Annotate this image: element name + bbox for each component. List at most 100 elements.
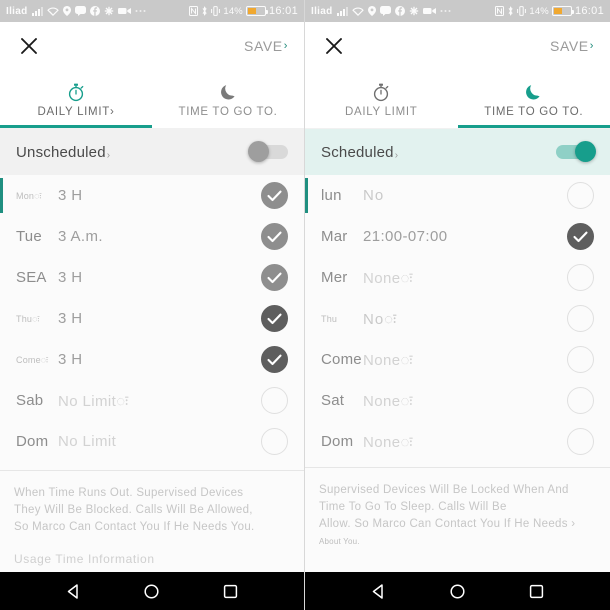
save-button-label: SAVE — [550, 38, 589, 54]
stopwatch-icon — [372, 82, 390, 102]
row-day-label: Monः — [16, 191, 42, 201]
table-row[interactable]: Mer Noneः — [305, 257, 610, 298]
tab-time-to-go-to-bed[interactable]: TIME TO GO TO. — [457, 70, 610, 128]
clock-label: 16:01 — [268, 5, 298, 17]
row-checkbox[interactable] — [567, 182, 594, 209]
table-row[interactable]: Thu Noः — [305, 298, 610, 339]
table-row[interactable]: Tue 3 A.m. — [0, 216, 304, 257]
android-nav-bar-right — [305, 572, 610, 610]
table-row[interactable]: Comeः 3 H — [0, 339, 304, 380]
row-value-label: Noः — [363, 310, 398, 328]
master-toggle-label: Unscheduled — [16, 143, 106, 161]
row-checkbox[interactable] — [567, 305, 594, 332]
table-row[interactable]: Sab No Limitः — [0, 380, 304, 421]
save-button[interactable]: SAVE › — [244, 38, 288, 54]
save-button-label: SAVE — [244, 38, 283, 54]
footer-note-line: Allow. So Marco Can Contact You If He Ne… — [319, 518, 576, 530]
row-checkbox[interactable] — [261, 182, 288, 209]
row-day-label: Mer — [321, 269, 348, 286]
row-day-label: Thuः — [16, 314, 40, 324]
row-day-label: Mar — [321, 228, 348, 245]
master-toggle-caret-icon: › — [106, 149, 111, 161]
signal-bars-icon — [336, 6, 348, 16]
status-bar-right-icons: 14% 16:01 — [189, 5, 298, 17]
tab-daily-limit-label: DAILY LIMIT› — [37, 106, 115, 118]
table-row[interactable]: lun No — [305, 175, 610, 216]
save-button[interactable]: SAVE › — [550, 38, 594, 54]
tab-daily-limit[interactable]: DAILY LIMIT› — [0, 70, 152, 128]
row-day-label: Thu — [321, 313, 338, 324]
table-row[interactable]: Mar 21:00-07:00 — [305, 216, 610, 257]
row-accent-bar — [0, 301, 3, 336]
table-row[interactable]: Monः 3 H — [0, 175, 304, 216]
row-checkbox[interactable] — [567, 346, 594, 373]
close-icon[interactable] — [321, 33, 347, 59]
row-checkbox[interactable] — [567, 387, 594, 414]
table-row[interactable]: Sat Noneः — [305, 380, 610, 421]
video-camera-icon — [422, 7, 436, 15]
master-toggle-caret-icon: › — [394, 149, 399, 161]
row-value-label: No — [363, 187, 385, 204]
table-row[interactable]: SEA 3 H — [0, 257, 304, 298]
table-row[interactable]: Come Noneः — [305, 339, 610, 380]
row-value-label: Noneः — [363, 351, 413, 369]
row-accent-bar — [0, 260, 3, 295]
row-value-label: 21:00-07:00 — [363, 228, 448, 245]
switch-knob — [248, 141, 269, 162]
row-checkbox[interactable] — [261, 428, 288, 455]
master-toggle-row-right[interactable]: Scheduled › — [305, 129, 610, 175]
battery-percent-label: 14% — [223, 5, 243, 17]
usage-time-information-link[interactable]: Usage Time Information — [14, 552, 290, 566]
row-checkbox[interactable] — [567, 223, 594, 250]
row-checkbox[interactable] — [261, 346, 288, 373]
footer-note-line: So Marco Can Contact You If He Needs You… — [14, 521, 255, 533]
master-toggle-switch[interactable] — [248, 141, 288, 162]
master-toggle-switch[interactable] — [556, 141, 596, 162]
battery-icon — [245, 6, 268, 16]
row-accent-bar — [305, 424, 308, 459]
row-checkbox[interactable] — [567, 264, 594, 291]
tab-bar-left: DAILY LIMIT› TIME TO GO TO. — [0, 70, 304, 128]
row-value-label: No Limit — [58, 433, 117, 450]
row-checkbox[interactable] — [261, 264, 288, 291]
recents-square-icon[interactable] — [528, 583, 545, 600]
status-bar-left-icons: Iliad — [6, 6, 146, 17]
footer-note-small-line: About You. — [319, 537, 360, 546]
battery-icon — [551, 6, 574, 16]
tab-active-underline — [457, 125, 610, 128]
tab-inactive-underline — [305, 125, 458, 128]
footer-note-line: Supervised Devices Will Be Locked When A… — [319, 484, 569, 496]
status-bar-right-icons: 14% 16:01 — [495, 5, 604, 17]
row-checkbox[interactable] — [261, 305, 288, 332]
back-triangle-icon[interactable] — [370, 583, 387, 600]
master-toggle-row-left[interactable]: Unscheduled › — [0, 129, 304, 175]
table-row[interactable]: Thuः 3 H — [0, 298, 304, 339]
tab-daily-limit[interactable]: DAILY LIMIT — [305, 70, 458, 128]
row-checkbox[interactable] — [567, 428, 594, 455]
table-row[interactable]: Dom Noneः — [305, 421, 610, 462]
table-row[interactable]: Dom No Limit — [0, 421, 304, 462]
stopwatch-icon — [67, 82, 85, 102]
asterisk-icon — [104, 6, 114, 16]
row-value-label: 3 H — [58, 351, 83, 368]
nfc-icon — [495, 6, 505, 16]
home-circle-icon[interactable] — [449, 583, 466, 600]
row-accent-bar — [0, 424, 3, 459]
row-day-label: Dom — [16, 433, 49, 450]
row-value-label: 3 H — [58, 187, 83, 204]
wifi-icon — [46, 6, 59, 16]
message-icon — [379, 6, 391, 16]
recents-square-icon[interactable] — [222, 583, 239, 600]
row-checkbox[interactable] — [261, 223, 288, 250]
facebook-icon — [89, 6, 100, 16]
back-triangle-icon[interactable] — [65, 583, 82, 600]
close-icon[interactable] — [16, 33, 42, 59]
day-list-right: lun No Mar 21:00-07:00 Mer Noneः Thu Noः — [305, 175, 610, 467]
tab-time-to-go-to-bed[interactable]: TIME TO GO TO. — [152, 70, 304, 128]
row-checkbox[interactable] — [261, 387, 288, 414]
home-circle-icon[interactable] — [143, 583, 160, 600]
row-value-label: 3 H — [58, 269, 83, 286]
status-bar-left: Iliad 14% 16:01 — [0, 0, 304, 22]
tab-time-to-go-to-bed-label: TIME TO GO TO. — [484, 106, 584, 118]
row-accent-bar — [305, 178, 308, 213]
